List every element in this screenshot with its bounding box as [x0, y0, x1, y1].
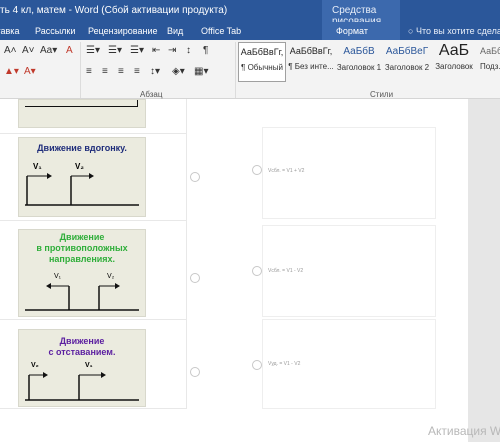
style-heading-2[interactable]: АаБбВеГ Заголовок 2 — [384, 42, 430, 80]
style-sample: АаБ — [438, 42, 470, 59]
numbering-icon[interactable]: ☰▾ — [108, 45, 122, 56]
style-sample: АаБбВв — [480, 46, 500, 56]
table-grid-line — [186, 99, 187, 409]
table-grid-line — [0, 319, 186, 320]
formula-text: Vуд. = V1 - V2 — [268, 361, 301, 367]
velocity-label: V₂ — [75, 162, 84, 171]
style-normal[interactable]: АаБбВвГг, ¶ Обычный — [238, 42, 286, 82]
style-name: Заголовок 2 — [384, 63, 430, 72]
document-page[interactable]: Движение вдогонку. V₁ V₂ Движение в прот… — [0, 99, 468, 442]
image-card-partial[interactable] — [18, 99, 146, 128]
motion-diagram — [25, 283, 139, 311]
style-name: Заголовок — [435, 62, 473, 71]
multilevel-icon[interactable]: ☰▾ — [130, 45, 144, 56]
formula-text: Vсбл. = V1 + V2 — [268, 168, 305, 174]
style-name: Подз... — [480, 62, 500, 71]
bullets-icon[interactable]: ☰▾ — [86, 45, 100, 56]
style-sample: АаБбВвГг, — [289, 46, 333, 56]
tab-office-tab[interactable]: Office Tab — [201, 26, 241, 36]
radio-button[interactable] — [252, 266, 262, 276]
style-no-spacing[interactable]: АаБбВвГг, ¶ Без инте... — [288, 42, 334, 80]
lightbulb-icon: ○ — [408, 26, 414, 36]
tell-me-text: Что вы хотите сделать? — [415, 26, 500, 36]
style-sample: АаБбВеГ — [385, 46, 429, 57]
decrease-indent-icon[interactable]: ⇤ — [152, 45, 160, 56]
table-grid-line — [0, 133, 186, 134]
velocity-label: V₁ — [85, 362, 93, 369]
table-grid-line — [0, 220, 186, 221]
borders-icon[interactable]: ▦▾ — [194, 66, 208, 77]
table-grid-line — [0, 408, 186, 409]
style-name: Заголовок 1 — [336, 63, 382, 72]
image-card-catch-up[interactable]: Движение вдогонку. V₁ V₂ — [18, 137, 146, 217]
ribbon-separator — [235, 42, 236, 98]
velocity-label: V₂ — [31, 362, 39, 369]
tell-me-box[interactable]: ○ Что вы хотите сделать? — [408, 26, 500, 36]
ribbon-separator — [80, 42, 81, 98]
tab-format-label: Формат — [336, 26, 368, 36]
style-subtitle[interactable]: АаБбВв Подз... — [480, 42, 500, 80]
group-paragraph-label: Абзац — [140, 90, 163, 99]
tab-view[interactable]: Вид — [167, 26, 183, 36]
radio-button[interactable] — [252, 165, 262, 175]
image-card-lagging[interactable]: Движение с отставанием. V₂ V₁ — [18, 329, 146, 407]
tab-insert[interactable]: Вставка — [0, 26, 19, 36]
sort-icon[interactable]: ↕ — [186, 45, 191, 56]
increase-indent-icon[interactable]: ⇥ — [168, 45, 176, 56]
style-sample: АаБбВвГг, — [240, 47, 284, 57]
shading-icon[interactable]: ◈▾ — [172, 66, 185, 77]
formula-text: Vсбл. = V1 - V2 — [268, 268, 304, 274]
velocity-label: V₁ — [54, 273, 62, 280]
velocity-label: V₁ — [33, 162, 42, 171]
style-name: ¶ Обычный — [241, 63, 283, 72]
radio-button[interactable] — [252, 360, 262, 370]
activation-watermark: Активация W — [428, 424, 500, 438]
change-case-icon[interactable]: Aa▾ — [40, 45, 57, 56]
font-color-icon[interactable]: A▾ — [24, 66, 36, 77]
radio-button[interactable] — [190, 273, 200, 283]
group-styles-label: Стили — [370, 90, 394, 99]
tab-format[interactable]: Формат — [322, 22, 400, 40]
velocity-label: V₂ — [107, 273, 115, 280]
title-bar: ть 4 кл, матем - Word (Сбой активации пр… — [0, 0, 500, 27]
radio-button[interactable] — [190, 172, 200, 182]
ribbon-tabs: Вставка Рассылки Рецензирование Вид Offi… — [0, 22, 500, 40]
font-shrink-icon[interactable]: A˅ — [22, 45, 35, 56]
motion-diagram — [25, 173, 139, 206]
tab-mailings[interactable]: Рассылки — [35, 26, 75, 36]
font-grow-icon[interactable]: A˄ — [4, 45, 17, 56]
vertical-scrollbar[interactable] — [488, 99, 500, 442]
style-title[interactable]: АаБ Заголовок — [432, 42, 476, 80]
ribbon: A˄ A˅ Aa▾ A ▲▾ A▾ ☰▾ ☰▾ ☰▾ ⇤ ⇥ ↕ ¶ ≡ ≡ ≡… — [0, 40, 500, 99]
justify-icon[interactable]: ≡ — [134, 66, 140, 77]
align-right-icon[interactable]: ≡ — [118, 66, 124, 77]
paragraph-mark-icon[interactable]: ¶ — [203, 45, 208, 56]
diagram-line — [137, 100, 138, 107]
tab-review[interactable]: Рецензирование — [88, 26, 158, 36]
align-left-icon[interactable]: ≡ — [86, 66, 92, 77]
image-card-opposite[interactable]: Движение в противоположных направлениях.… — [18, 229, 146, 317]
clear-format-icon[interactable]: A — [66, 45, 73, 56]
style-name: ¶ Без инте... — [288, 62, 334, 71]
radio-button[interactable] — [190, 367, 200, 377]
window-title: ть 4 кл, матем - Word (Сбой активации пр… — [0, 5, 228, 16]
diagram-line — [25, 106, 137, 107]
style-heading-1[interactable]: АаБбВ Заголовок 1 — [336, 42, 382, 80]
line-spacing-icon[interactable]: ↕▾ — [150, 66, 160, 77]
style-sample: АаБбВ — [343, 46, 375, 57]
align-center-icon[interactable]: ≡ — [102, 66, 108, 77]
context-group-drawing: Средства рисования — [322, 0, 400, 27]
highlight-icon[interactable]: ▲▾ — [4, 66, 19, 77]
